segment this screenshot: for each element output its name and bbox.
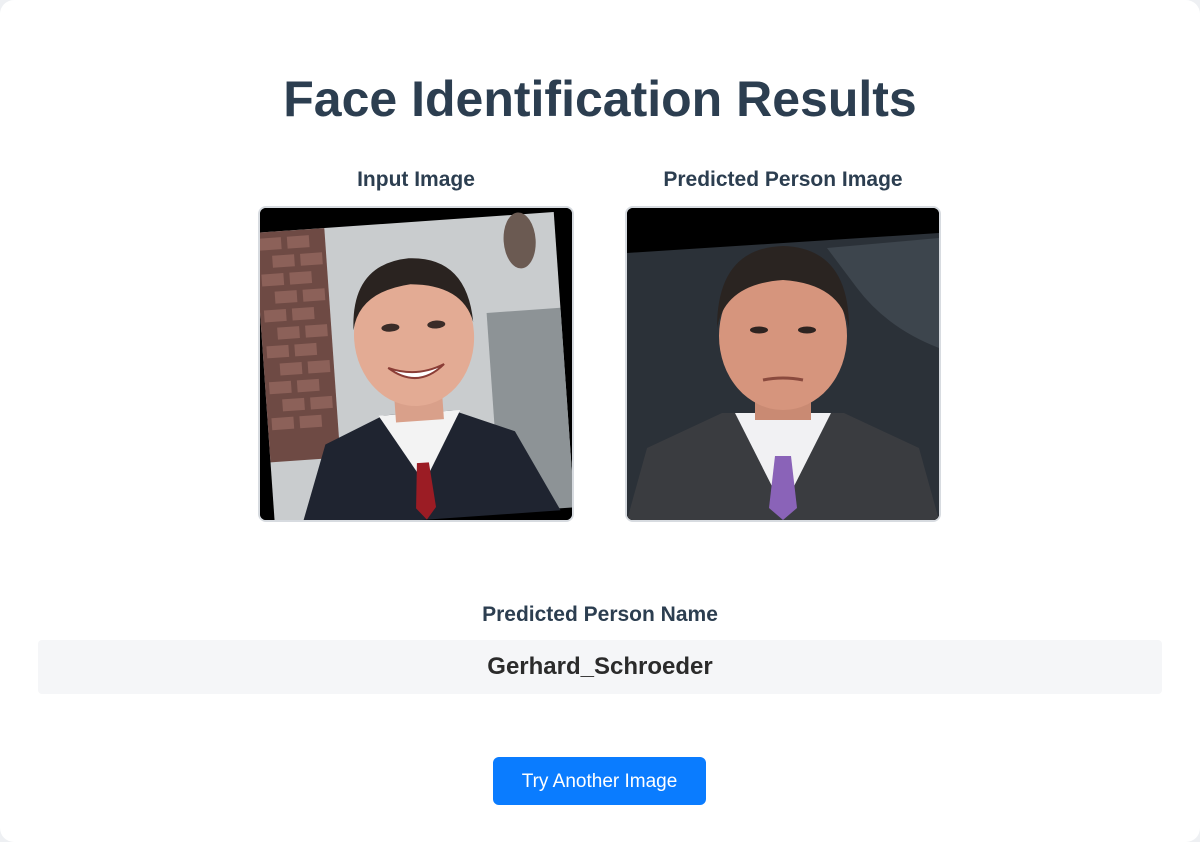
input-image-section: Input Image <box>258 166 574 522</box>
page-title: Face Identification Results <box>283 71 917 127</box>
predicted-image-section: Predicted Person Image <box>625 166 941 522</box>
input-image-label: Input Image <box>357 168 475 191</box>
predicted-image <box>625 206 941 522</box>
input-photo-graphic <box>260 208 572 520</box>
predicted-name-label: Predicted Person Name <box>482 603 718 626</box>
try-another-image-button[interactable]: Try Another Image <box>493 757 706 805</box>
input-image <box>258 206 574 522</box>
predicted-image-label: Predicted Person Image <box>663 168 903 191</box>
predicted-name-value: Gerhard_Schroeder <box>38 640 1162 694</box>
predicted-photo-graphic <box>627 208 939 520</box>
results-card: Face Identification Results Input Image <box>0 0 1200 842</box>
